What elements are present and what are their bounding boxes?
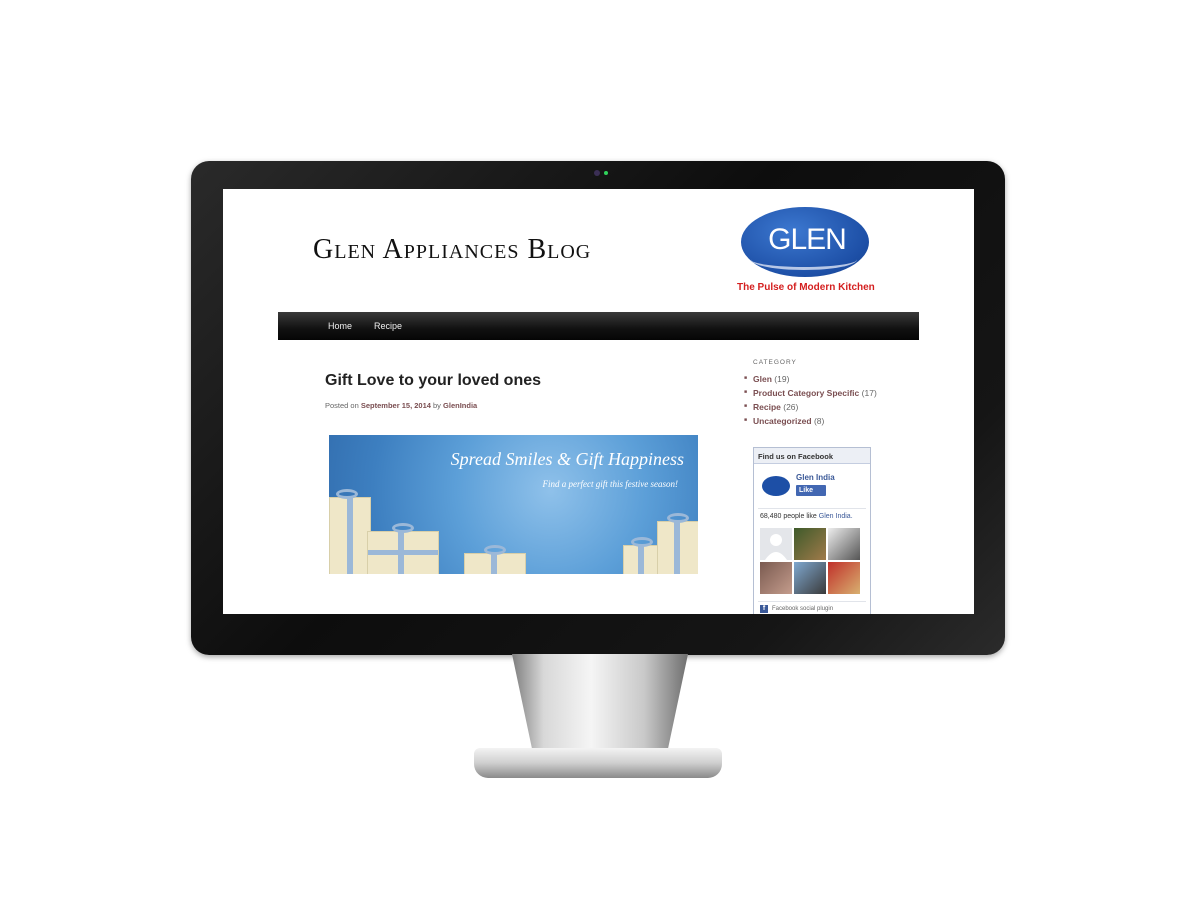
webcam-icon <box>594 170 600 176</box>
post-meta: Posted on September 15, 2014 by GlenIndi… <box>325 401 477 410</box>
category-list: Glen (19) Product Category Specific (17)… <box>744 374 893 426</box>
monitor-stand-base <box>474 748 722 778</box>
facebook-widget-heading: Find us on Facebook <box>754 448 870 464</box>
category-count: (19) <box>774 374 790 384</box>
avatar[interactable] <box>760 528 792 560</box>
category-link-product-category-specific[interactable]: Product Category Specific <box>753 388 859 398</box>
like-count-page-link[interactable]: Glen India. <box>819 513 853 520</box>
post-date-link[interactable]: September 15, 2014 <box>361 401 431 410</box>
main-nav: Home Recipe <box>278 312 919 340</box>
facebook-widget: Find us on Facebook Glen India Like 68,4… <box>753 447 871 614</box>
banner-title: Spread Smiles & Gift Happiness <box>450 449 684 469</box>
category-link-recipe[interactable]: Recipe <box>753 402 781 412</box>
list-item: Recipe (26) <box>744 402 893 412</box>
gift-box-icon <box>657 513 698 574</box>
logo-text: GLEN <box>768 223 847 256</box>
nav-item-recipe[interactable]: Recipe <box>374 321 402 331</box>
divider <box>758 601 866 602</box>
facebook-plugin-label[interactable]: Facebook social plugin <box>772 606 833 612</box>
category-count: (17) <box>861 388 877 398</box>
avatar[interactable] <box>828 528 860 560</box>
list-item: Glen (19) <box>744 374 893 384</box>
post-title[interactable]: Gift Love to your loved ones <box>325 372 541 390</box>
facebook-page-name[interactable]: Glen India <box>796 473 835 482</box>
category-heading: CATEGORY <box>753 359 797 366</box>
facebook-icon: f <box>760 605 768 613</box>
nav-item-home[interactable]: Home <box>328 321 352 331</box>
list-item: Product Category Specific (17) <box>744 388 893 398</box>
webcam-led-icon <box>604 171 608 175</box>
gift-box-icon <box>464 545 526 574</box>
category-count: (26) <box>783 402 799 412</box>
site-title[interactable]: Glen Appliances Blog <box>313 234 591 266</box>
post-meta-by: by <box>433 401 441 410</box>
facebook-like-button[interactable]: Like <box>796 485 826 496</box>
browser-screen: Glen Appliances Blog GLEN The Pulse of M… <box>223 189 974 614</box>
category-count: (8) <box>813 416 825 426</box>
post-banner-image: Spread Smiles & Gift Happiness Find a pe… <box>329 435 698 574</box>
site-tagline: The Pulse of Modern Kitchen <box>737 282 875 293</box>
list-item: Uncategorized (8) <box>744 416 893 426</box>
monitor-stand <box>512 654 688 754</box>
gift-box-icon <box>623 537 661 574</box>
avatar[interactable] <box>794 562 826 594</box>
avatar[interactable] <box>828 562 860 594</box>
avatar[interactable] <box>760 562 792 594</box>
avatar[interactable] <box>794 528 826 560</box>
post-meta-prefix: Posted on <box>325 401 359 410</box>
facebook-plugin-footer: f Facebook social plugin <box>760 605 833 613</box>
gift-box-icon <box>329 489 371 574</box>
banner-subtitle: Find a perfect gift this festive season! <box>542 479 678 489</box>
divider <box>758 508 866 509</box>
facebook-faces-grid <box>760 528 864 594</box>
gift-box-icon <box>367 523 439 574</box>
sidebar: CATEGORY Glen (19) Product Category Spec… <box>744 359 893 430</box>
facebook-like-count: 68,480 people like Glen India. <box>760 513 853 520</box>
category-link-glen[interactable]: Glen <box>753 374 772 384</box>
category-link-uncategorized[interactable]: Uncategorized <box>753 416 812 426</box>
post-author-link[interactable]: GlenIndia <box>443 401 477 410</box>
like-count-text: 68,480 people like <box>760 513 817 520</box>
glen-page-avatar[interactable] <box>762 476 790 496</box>
